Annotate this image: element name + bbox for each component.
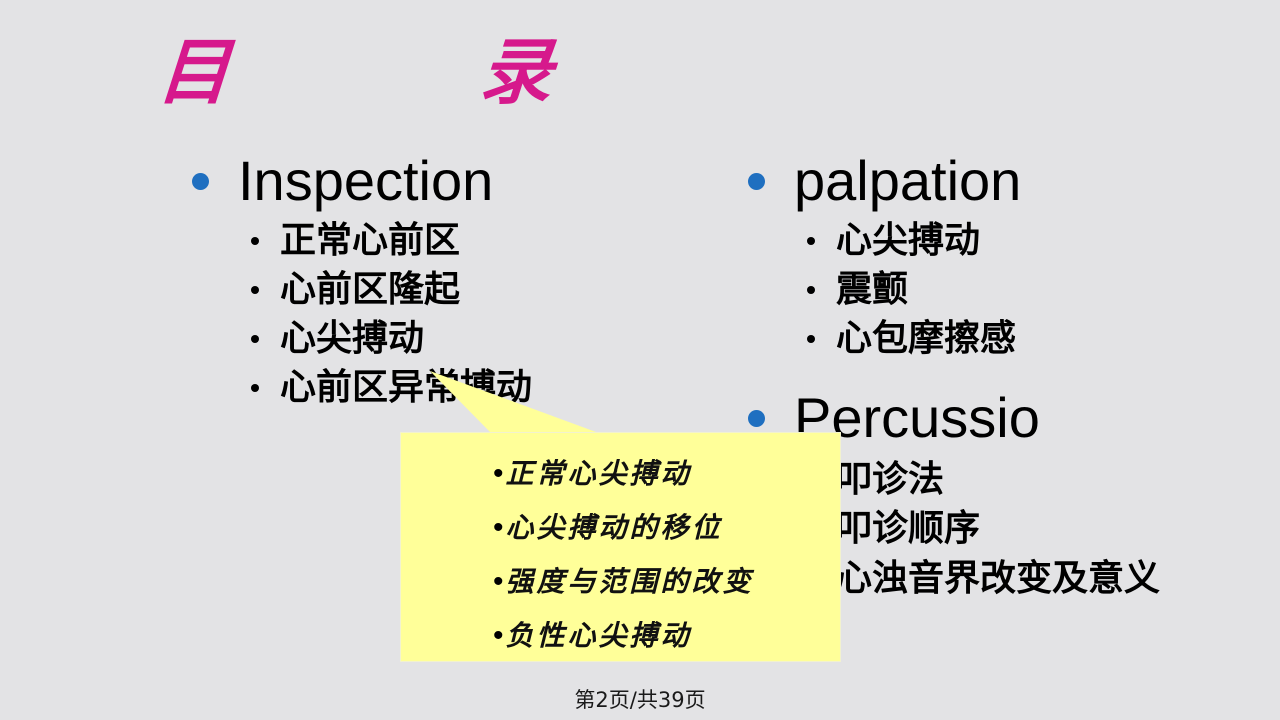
slide-page-indicator: 第2页/共39页 (574, 688, 706, 712)
sublist-label: 正常心前区 (280, 219, 461, 261)
list-item[interactable]: 心包摩擦感 (798, 314, 1021, 363)
callout-bullet-icon: • (493, 565, 504, 598)
callout-text: 负性心尖搏动 (505, 619, 692, 652)
sublist-label: 震颤 (836, 268, 909, 310)
callout-pointer-icon (430, 371, 596, 432)
callout-text: 心尖搏动的移位 (505, 511, 723, 544)
sublist-label: 心浊音界改变及意义 (836, 557, 1161, 599)
callout-text: 正常心尖搏动 (505, 457, 692, 490)
callout-list-item: • 负性心尖搏动 (493, 613, 830, 659)
callout-bullet-icon: • (493, 511, 504, 544)
callout-body: • 正常心尖搏动 • 心尖搏动的移位 • 强度与范围的改变 • 负性心尖搏动 (401, 433, 840, 661)
list-item[interactable]: 心尖搏动 (242, 314, 532, 363)
callout-bullet-icon: • (493, 457, 504, 490)
callout-bullet-icon: • (493, 619, 504, 652)
outline-item-palpation[interactable]: palpation 心尖搏动 震颤 心包摩擦感 (742, 150, 1280, 363)
list-item[interactable]: 心尖搏动 (798, 216, 1021, 265)
presentation-slide: 目 录 Inspection 正常心前区 心前区隆起 心尖搏动 心前区异常搏动 … (0, 0, 1280, 720)
sublist-label: 叩诊法 (836, 458, 945, 500)
callout-note[interactable]: • 正常心尖搏动 • 心尖搏动的移位 • 强度与范围的改变 • 负性心尖搏动 (400, 432, 841, 662)
level2-bullet-icon (242, 314, 268, 363)
list-item[interactable]: 心前区隆起 (242, 265, 532, 314)
sublist-palpation: 心尖搏动 震颤 心包摩擦感 (742, 216, 1021, 363)
slide-title: 目 录 (154, 29, 586, 114)
level2-bullet-icon (798, 265, 824, 314)
level2-bullet-icon (242, 265, 268, 314)
sublist-label: 叩诊顺序 (836, 507, 981, 549)
sublist-label: 心前区隆起 (280, 268, 461, 310)
callout-list-item: • 正常心尖搏动 (493, 451, 830, 497)
outline-label-inspection: Inspection (238, 149, 494, 212)
level2-bullet-icon (798, 216, 824, 265)
list-item[interactable]: 震颤 (798, 265, 1021, 314)
sublist-label: 心包摩擦感 (836, 317, 1017, 359)
level2-bullet-icon (242, 363, 268, 412)
level2-bullet-icon (242, 216, 268, 265)
list-item[interactable]: 叩诊法 (798, 455, 1160, 504)
level1-bullet-icon (742, 150, 772, 212)
list-item[interactable]: 正常心前区 (242, 216, 532, 265)
sublist-label: 心尖搏动 (836, 219, 981, 261)
list-item[interactable]: 心浊音界改变及意义 (798, 553, 1160, 603)
level2-bullet-icon (798, 314, 824, 363)
callout-text: 强度与范围的改变 (505, 565, 754, 598)
level1-bullet-icon (186, 150, 216, 212)
callout-list-item: • 心尖搏动的移位 (493, 505, 830, 551)
outline-label-palpation: palpation (794, 149, 1022, 212)
list-item[interactable]: 叩诊顺序 (798, 504, 1160, 553)
callout-list-item: • 强度与范围的改变 (493, 559, 830, 605)
sublist-label: 心尖搏动 (280, 317, 425, 359)
